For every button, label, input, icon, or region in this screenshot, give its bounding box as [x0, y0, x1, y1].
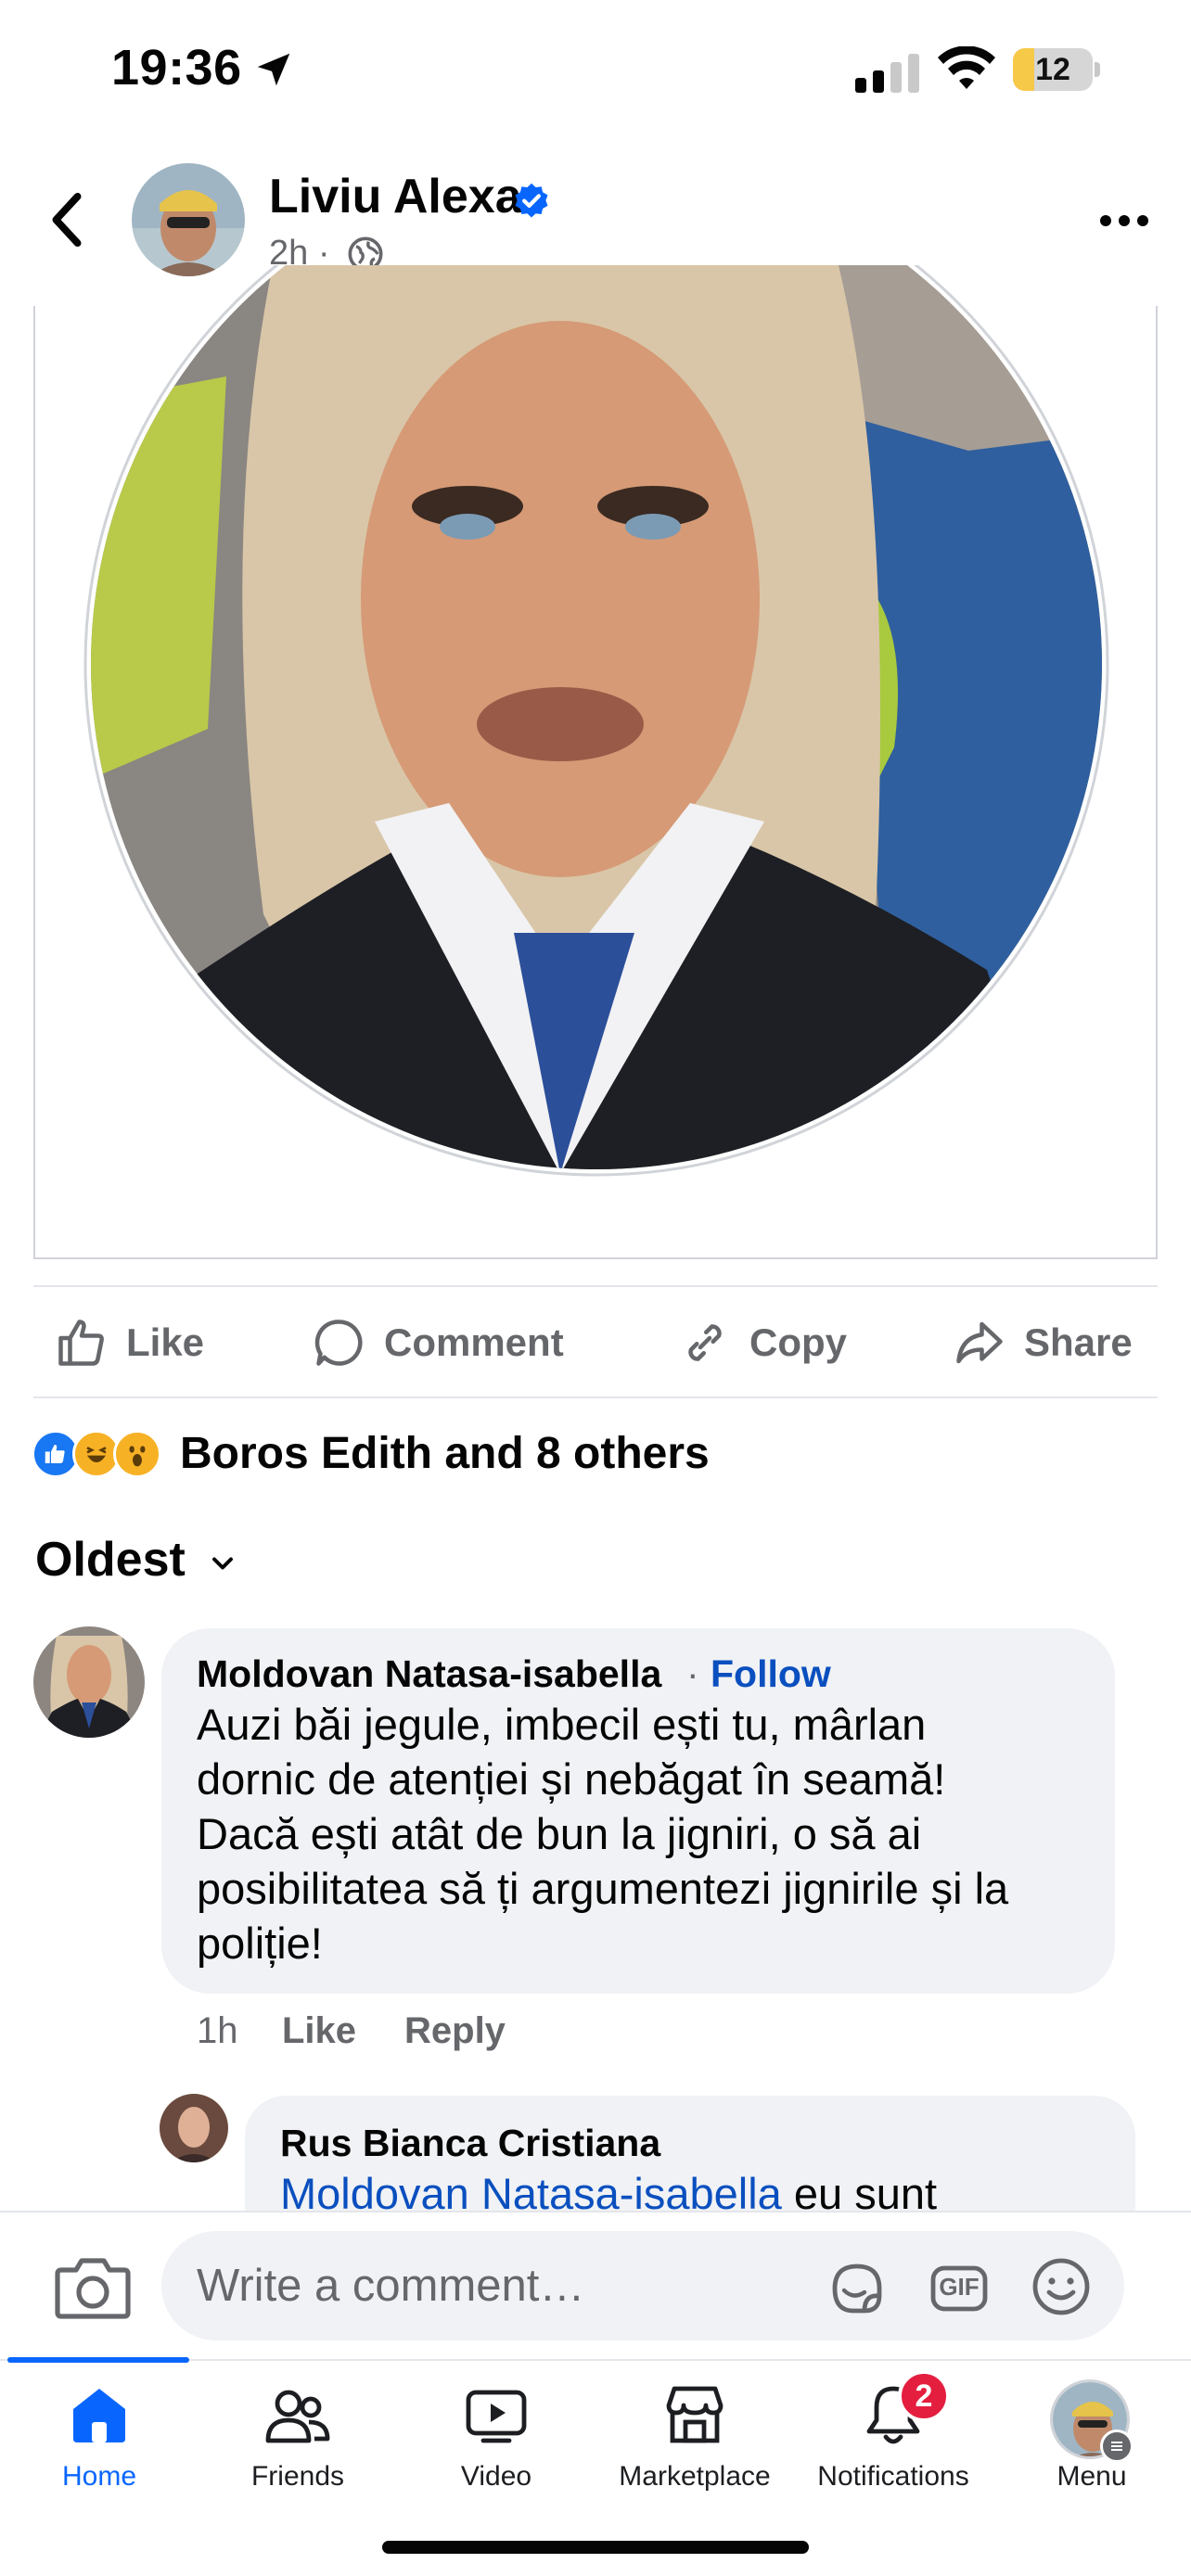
tab-notifications[interactable]: Notifications [794, 2381, 992, 2511]
reactions-summary[interactable]: Boros Edith and 8 others [180, 1428, 710, 1479]
like-label: Like [126, 1320, 205, 1364]
actions-divider-bottom [33, 1396, 1158, 1398]
reaction-icons[interactable] [32, 1426, 161, 1482]
commenter-avatar[interactable] [33, 1626, 145, 1738]
comment-line: poliție! [197, 1919, 323, 1968]
like-button[interactable]: Like [54, 1309, 204, 1376]
gif-icon[interactable]: GIF [926, 2255, 992, 2322]
tab-marketplace-label: Marketplace [619, 2461, 771, 2492]
verified-badge-icon [515, 183, 548, 218]
tab-home-label: Home [61, 2461, 137, 2492]
sticker-icon[interactable] [824, 2255, 890, 2322]
actions-divider-top [33, 1285, 1158, 1287]
tab-notifications-label: Notifications [817, 2461, 969, 2492]
name-separator: · [686, 1652, 699, 1695]
tab-menu-label: Menu [1057, 2461, 1127, 2492]
marketplace-icon [666, 2386, 724, 2443]
wow-reaction-icon [113, 1430, 161, 1478]
wifi-icon [938, 46, 995, 89]
friends-icon [265, 2390, 330, 2443]
active-tab-indicator [7, 2357, 189, 2363]
tab-marketplace[interactable]: Marketplace [596, 2381, 794, 2511]
gif-label: GIF [939, 2273, 980, 2301]
link-icon [688, 1324, 722, 1361]
video-icon [466, 2390, 527, 2443]
copy-button[interactable]: Copy [677, 1309, 847, 1376]
comment-button[interactable]: Comment [312, 1309, 564, 1376]
comment-line: dornic de atenției și nebăgat în seamă! [197, 1754, 946, 1804]
comment-text: Auzi băi jegule, imbecil ești tu, mârlan… [197, 1697, 1106, 1970]
comment-sort-label[interactable]: Oldest [35, 1532, 186, 1588]
emoji-icon[interactable] [1028, 2253, 1095, 2320]
share-button[interactable]: Share [952, 1309, 1133, 1376]
battery-icon: 12 [1013, 48, 1100, 91]
battery-level: 12 [1035, 52, 1070, 87]
comment-line: Auzi băi jegule, imbecil ești tu, mârlan [197, 1700, 927, 1749]
home-icon [73, 2389, 125, 2442]
chevron-down-icon[interactable] [206, 1547, 239, 1580]
post-author-name[interactable]: Liviu Alexa [269, 169, 522, 224]
author-avatar[interactable] [132, 163, 245, 276]
comment-reply-button[interactable]: Reply [404, 2010, 506, 2052]
comment-like-button[interactable]: Like [282, 2010, 356, 2052]
signal-icon [855, 54, 919, 93]
tab-video-label: Video [460, 2461, 532, 2492]
comment-label: Comment [384, 1320, 564, 1364]
camera-icon[interactable] [54, 2251, 132, 2322]
reply-avatar[interactable] [160, 2094, 228, 2162]
menu-lines-icon [1100, 2429, 1133, 2463]
comment-time: 1h [197, 2010, 238, 2051]
tab-video[interactable]: Video [397, 2381, 596, 2511]
tab-friends[interactable]: Friends [198, 2381, 397, 2511]
follow-link[interactable]: Follow [711, 1652, 831, 1696]
location-arrow-icon [257, 53, 290, 86]
tab-home[interactable]: Home [0, 2381, 198, 2511]
back-icon[interactable] [45, 191, 89, 249]
post-profile-photo[interactable] [78, 265, 1115, 1197]
comment-line: posibilitatea să ți argumentezi jigniril… [197, 1864, 1009, 1913]
reply-author-name[interactable]: Rus Bianca Cristiana [280, 2122, 660, 2165]
notifications-badge: 2 [898, 2370, 950, 2422]
status-time: 19:36 [111, 40, 242, 96]
copy-label: Copy [749, 1320, 847, 1364]
commenter-name[interactable]: Moldovan Natasa-isabella [197, 1652, 661, 1696]
thumbs-up-icon [58, 1320, 104, 1366]
comment-line: Dacă ești atât de bun la jigniri, o să a… [197, 1809, 922, 1858]
comment-bubble-icon [314, 1320, 363, 1366]
share-label: Share [1024, 1320, 1133, 1364]
home-indicator [382, 2541, 809, 2554]
share-arrow-icon [956, 1321, 1003, 1364]
more-options-icon[interactable] [1098, 211, 1150, 230]
tab-friends-label: Friends [250, 2461, 345, 2492]
